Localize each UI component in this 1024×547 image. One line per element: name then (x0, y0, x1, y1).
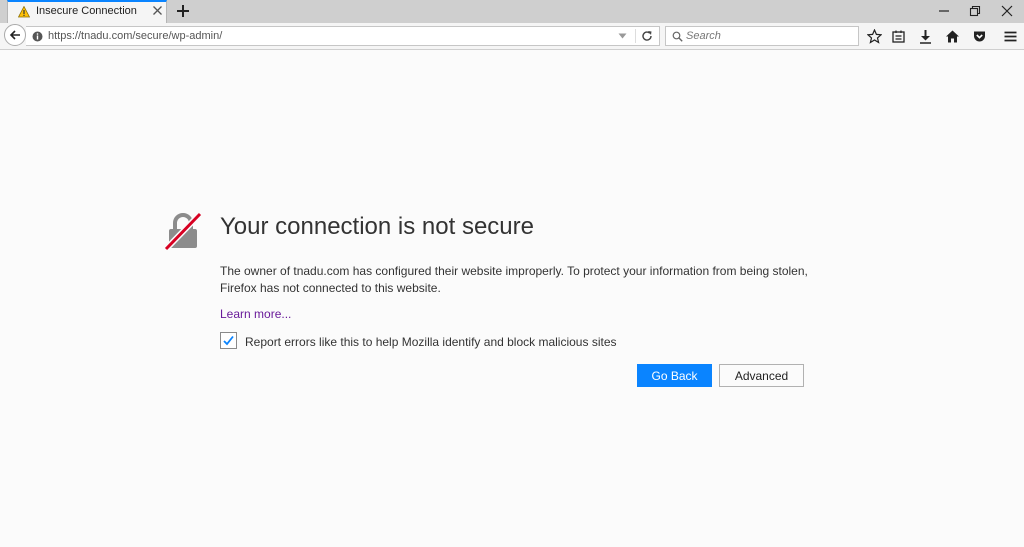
url-separator (635, 29, 636, 43)
tab-title: Insecure Connection (36, 5, 137, 17)
star-icon[interactable] (867, 29, 882, 44)
pocket-icon[interactable] (972, 29, 987, 44)
home-icon[interactable] (945, 29, 960, 44)
info-icon[interactable] (32, 31, 43, 42)
navigation-toolbar: https://tnadu.com/secure/wp-admin/ Searc… (0, 23, 1024, 50)
restore-icon[interactable] (968, 4, 982, 18)
go-back-button[interactable]: Go Back (637, 364, 712, 387)
reading-list-icon[interactable] (891, 29, 906, 44)
back-arrow-icon (9, 30, 20, 40)
menu-icon[interactable] (1003, 29, 1018, 44)
tab-strip: Insecure Connection (0, 0, 1024, 23)
browser-window: Insecure Connection https://tnadu.com/se… (0, 0, 1024, 547)
close-icon[interactable] (152, 5, 163, 16)
back-button[interactable] (4, 24, 26, 46)
search-icon (672, 31, 683, 42)
search-box[interactable]: Search (665, 26, 859, 46)
minimize-icon[interactable] (937, 4, 951, 18)
url-bar[interactable]: https://tnadu.com/secure/wp-admin/ (26, 26, 660, 46)
close-window-icon[interactable] (1000, 4, 1014, 18)
advanced-button[interactable]: Advanced (719, 364, 804, 387)
report-errors-checkbox[interactable] (220, 332, 237, 349)
learn-more-link[interactable]: Learn more... (220, 307, 291, 321)
report-errors-label: Report errors like this to help Mozilla … (245, 335, 617, 349)
broken-lock-icon (163, 211, 203, 251)
dropdown-icon[interactable] (618, 33, 627, 39)
checkmark-icon (223, 335, 234, 346)
tab-insecure-connection[interactable]: Insecure Connection (7, 0, 167, 23)
page-title: Your connection is not secure (220, 213, 534, 240)
reload-icon[interactable] (641, 30, 653, 42)
search-placeholder: Search (686, 30, 721, 42)
plus-icon[interactable] (175, 3, 191, 19)
warning-icon (18, 6, 30, 18)
download-icon[interactable] (918, 29, 933, 44)
error-description: The owner of tnadu.com has configured th… (220, 264, 808, 295)
url-text[interactable]: https://tnadu.com/secure/wp-admin/ (48, 30, 222, 42)
error-page: Your connection is not secure The owner … (0, 51, 1024, 547)
